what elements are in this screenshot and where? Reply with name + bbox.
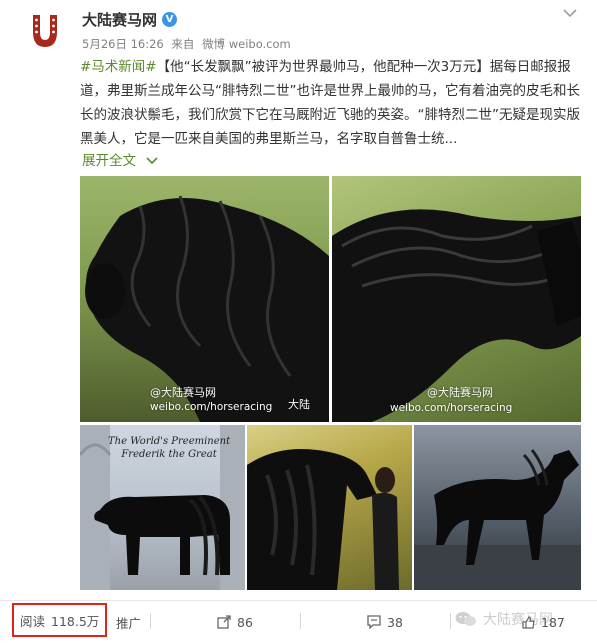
post-menu-chevron-icon[interactable] [563, 6, 577, 22]
expand-full-text-link[interactable]: 展开全文 [82, 149, 158, 169]
weibo-post: 大陆赛马网 V 5月26日 16:26 来自 微博 weibo.com #马术新… [0, 0, 597, 644]
promote-label[interactable]: 推广 [116, 613, 141, 632]
divider [450, 613, 451, 629]
photo-2[interactable]: @大陆赛马网 weibo.com/horseracing [332, 176, 581, 422]
promote-button[interactable]: 推广 [104, 611, 153, 633]
account-name-row[interactable]: 大陆赛马网 V [82, 9, 178, 30]
divider [150, 613, 151, 629]
photo-watermark-url: weibo.com/horseracing [150, 401, 273, 413]
share-icon [217, 615, 231, 629]
caption-line-1: The World's Preeminent [108, 436, 231, 447]
photo-watermark-handle: @大陆赛马网 [150, 386, 216, 399]
chevron-down-icon [146, 157, 158, 165]
post-meta: 5月26日 16:26 来自 微博 weibo.com [82, 36, 295, 52]
horseshoe-logo-icon [33, 15, 57, 47]
photo-1[interactable]: @大陆赛马网 weibo.com/horseracing 大陆 [80, 176, 329, 422]
share-button[interactable]: 86 [205, 611, 265, 633]
share-count[interactable]: 86 [237, 615, 253, 630]
photo-4[interactable] [247, 425, 412, 590]
photo-caption: The World's Preeminent Frederik the Grea… [108, 435, 230, 461]
comment-button[interactable]: 38 [355, 611, 415, 633]
photo-3[interactable]: The World's Preeminent Frederik the Grea… [80, 425, 245, 590]
like-count[interactable]: 187 [541, 615, 565, 630]
read-count-value: 118.5万 [51, 613, 100, 629]
divider [300, 613, 301, 629]
read-count: 阅读 118.5万 [12, 603, 108, 637]
account-avatar[interactable] [22, 8, 68, 54]
post-text: #马术新闻#【他“长发飘飘”被评为世界最帅马，他配种一次3万元】据每日邮报报道，… [80, 55, 585, 151]
caption-line-2: Frederik the Great [121, 449, 217, 460]
expand-label[interactable]: 展开全文 [82, 153, 136, 169]
photo-watermark-handle: @大陆赛马网 [427, 386, 493, 399]
post-source[interactable]: 微博 weibo.com [202, 37, 291, 51]
horse-trotting-image [414, 449, 581, 590]
read-label: 阅读 [20, 613, 46, 629]
wechat-icon [455, 612, 476, 626]
post-date[interactable]: 5月26日 16:26 [82, 37, 164, 51]
like-button[interactable]: 187 [510, 611, 577, 633]
comment-icon [367, 615, 381, 629]
hashtag-link[interactable]: #马术新闻# [80, 59, 157, 75]
comment-count[interactable]: 38 [387, 615, 403, 630]
action-bar: 阅读 118.5万 推广 86 38 大陆赛马网 187 [0, 600, 597, 640]
photo-5[interactable] [414, 425, 581, 590]
account-name[interactable]: 大陆赛马网 [82, 9, 157, 30]
photo-watermark-partial: 大陆 [288, 398, 310, 411]
thumbs-up-icon [522, 615, 535, 629]
verified-badge-icon: V [162, 12, 178, 27]
source-prefix: 来自 [171, 37, 195, 51]
photo-watermark-url: weibo.com/horseracing [390, 402, 513, 414]
horse-with-woman-image [247, 449, 399, 590]
